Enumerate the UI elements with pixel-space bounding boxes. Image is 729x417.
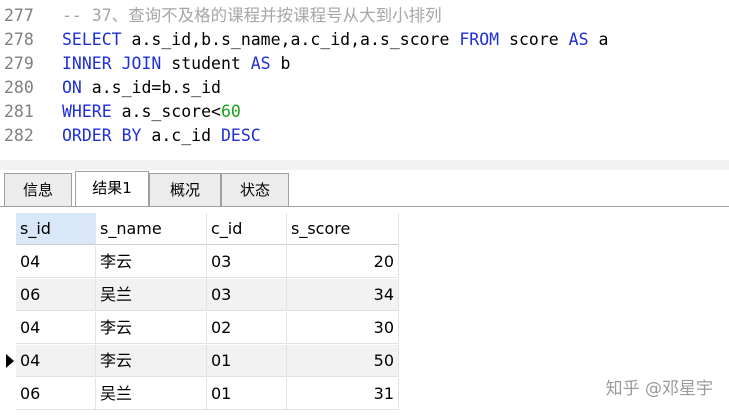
column-header-c-id[interactable]: c_id: [207, 213, 287, 245]
column-header-s-name[interactable]: s_name: [96, 213, 207, 245]
line-number: 280: [4, 78, 34, 97]
table-cell[interactable]: 吴兰: [96, 279, 207, 311]
sql-text: student: [161, 54, 251, 73]
table-cell[interactable]: 04: [16, 312, 96, 344]
table-cell[interactable]: 50: [287, 345, 399, 377]
tab-status[interactable]: 状态: [221, 173, 289, 206]
line-number: 278: [4, 30, 34, 49]
table-cell[interactable]: 04: [16, 246, 96, 278]
sql-comment: -- 37、查询不及格的课程并按课程号从大到小排列: [62, 6, 442, 25]
sql-keyword: ON: [62, 78, 82, 97]
tab-result1[interactable]: 结果1: [75, 171, 149, 206]
sql-keyword: DESC: [220, 126, 261, 145]
table-cell[interactable]: 30: [287, 312, 399, 344]
sql-text: a.s_id,b.s_name,a.c_id,a.s_score: [121, 30, 460, 49]
tab-info[interactable]: 信息: [4, 173, 72, 206]
sql-keyword: FROM: [459, 30, 500, 49]
code-text: SELECT a.s_id,b.s_name,a.c_id,a.s_score …: [62, 28, 608, 52]
sql-text: a.c_id: [141, 126, 221, 145]
sql-editor[interactable]: 277 -- 37、查询不及格的课程并按课程号从大到小排列 278 SELECT a.…: [0, 0, 729, 158]
sql-text: a.s_id=b.s_id: [81, 78, 221, 97]
table-cell[interactable]: 20: [287, 246, 399, 278]
sql-text: score: [499, 30, 569, 49]
table-cell[interactable]: 李云: [96, 246, 207, 278]
line-number: 277: [4, 6, 34, 25]
column-header-s-score[interactable]: s_score: [287, 213, 399, 245]
sql-keyword: INNER JOIN: [62, 54, 162, 73]
row-indicator-gutter: [0, 213, 16, 417]
line-number: 282: [4, 126, 34, 145]
code-line[interactable]: 281 WHERE a.s_score<60: [0, 100, 729, 124]
code-line[interactable]: 278 SELECT a.s_id,b.s_name,a.c_id,a.s_sco…: [0, 28, 729, 52]
code-text: INNER JOIN student AS b: [62, 52, 291, 76]
sql-text: a: [588, 30, 609, 49]
code-text: ORDER BY a.c_id DESC: [62, 124, 261, 148]
sql-text: b: [270, 54, 291, 73]
code-line[interactable]: 279 INNER JOIN student AS b: [0, 52, 729, 76]
table-cell[interactable]: 02: [207, 312, 287, 344]
table-cell[interactable]: 04: [16, 345, 96, 377]
code-line[interactable]: 280 ON a.s_id=b.s_id: [0, 76, 729, 100]
table-cell[interactable]: 李云: [96, 312, 207, 344]
sql-keyword: WHERE: [62, 102, 112, 121]
table-cell[interactable]: 06: [16, 279, 96, 311]
code-text: WHERE a.s_score<60: [62, 100, 241, 124]
sql-keyword: AS: [250, 54, 271, 73]
pane-splitter[interactable]: [0, 160, 729, 170]
table-cell[interactable]: 01: [207, 378, 287, 410]
code-text: ON a.s_id=b.s_id: [62, 76, 221, 100]
sql-keyword: ORDER BY: [62, 126, 142, 145]
code-line[interactable]: 277 -- 37、查询不及格的课程并按课程号从大到小排列: [0, 4, 729, 28]
table-cell[interactable]: 03: [207, 246, 287, 278]
sql-text: a.s_score<: [111, 102, 221, 121]
table-cell[interactable]: 吴兰: [96, 378, 207, 410]
current-row-pointer-icon: [6, 354, 14, 368]
table-cell[interactable]: 06: [16, 378, 96, 410]
sql-keyword: SELECT: [62, 30, 122, 49]
table-cell[interactable]: 01: [207, 345, 287, 377]
code-text: -- 37、查询不及格的课程并按课程号从大到小排列: [62, 4, 442, 28]
code-line[interactable]: 282 ORDER BY a.c_id DESC: [0, 124, 729, 148]
sql-keyword: AS: [568, 30, 589, 49]
sql-number: 60: [220, 102, 241, 121]
watermark: 知乎 @邓星宇: [605, 379, 713, 399]
table-cell[interactable]: 03: [207, 279, 287, 311]
line-number: 281: [4, 102, 34, 121]
tab-profile[interactable]: 概况: [149, 173, 221, 206]
table-cell[interactable]: 34: [287, 279, 399, 311]
table-cell[interactable]: 31: [287, 378, 399, 410]
table-cell[interactable]: 李云: [96, 345, 207, 377]
line-number: 279: [4, 54, 34, 73]
column-header-s-id[interactable]: s_id: [16, 213, 96, 245]
